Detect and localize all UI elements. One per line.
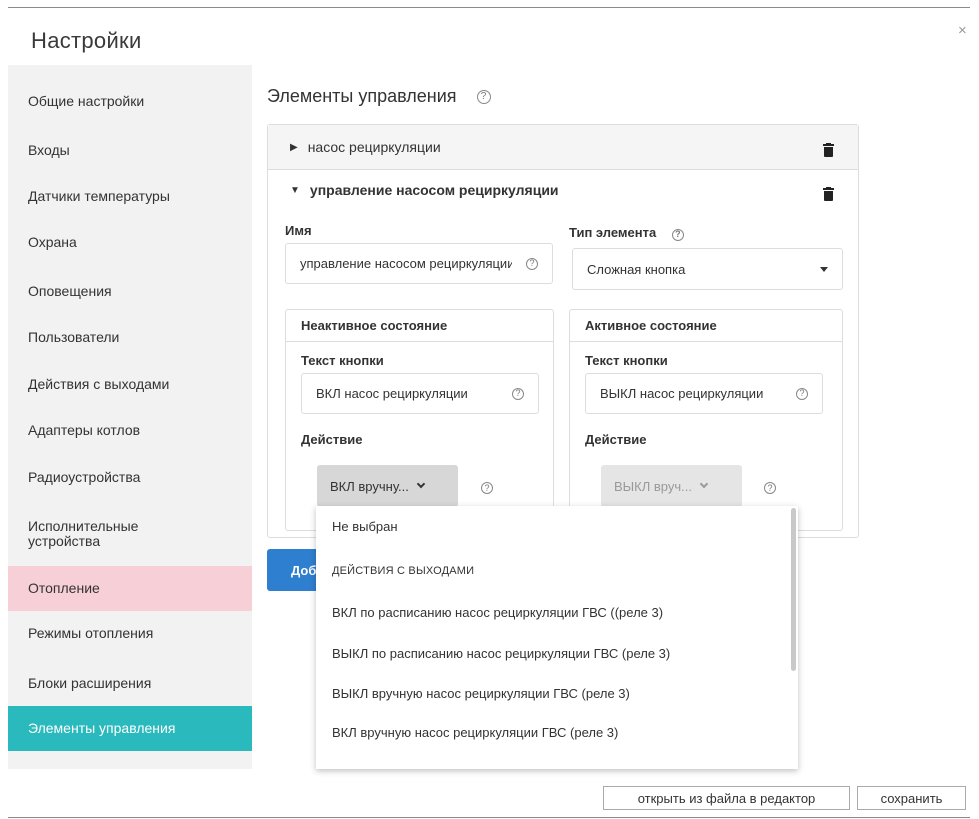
expanded-row-label: управление насосом рециркуляции bbox=[309, 182, 559, 198]
collapsed-row-label: насос рециркуляции bbox=[307, 139, 441, 155]
name-field[interactable]: управление насосом рециркуляции ? bbox=[285, 243, 553, 284]
section-title: Элементы управления ? bbox=[267, 86, 491, 107]
active-action-select[interactable]: ВЫКЛ вруч... bbox=[601, 465, 742, 507]
active-button-text-field[interactable]: ВЫКЛ насос рециркуляции ? bbox=[585, 373, 823, 414]
chevron-down-icon bbox=[699, 479, 709, 489]
type-label-text: Тип элемента bbox=[569, 225, 657, 240]
sidebar-item-controls[interactable]: Элементы управления bbox=[8, 706, 252, 751]
sidebar-item-users[interactable]: Пользователи bbox=[8, 315, 252, 360]
dropdown-scrollbar[interactable] bbox=[791, 508, 796, 671]
sidebar-item-radio-devices[interactable]: Радиоустройства bbox=[8, 455, 252, 500]
sidebar-item-output-actions[interactable]: Действия с выходами bbox=[8, 362, 252, 407]
caret-down-icon: ▼ bbox=[290, 184, 300, 196]
section-title-text: Элементы управления bbox=[267, 86, 457, 106]
close-icon[interactable]: × bbox=[958, 22, 967, 39]
open-from-file-button[interactable]: открыть из файла в редактор bbox=[603, 786, 850, 810]
inactive-button-text-value: ВКЛ насос рециркуляции bbox=[316, 386, 468, 401]
sidebar-item-expansion-blocks[interactable]: Блоки расширения bbox=[8, 661, 252, 706]
active-button-text-label: Текст кнопки bbox=[585, 353, 668, 368]
help-icon[interactable]: ? bbox=[671, 228, 684, 241]
active-state-title: Активное состояние bbox=[570, 310, 842, 342]
inactive-state-box: Неактивное состояние Текст кнопки ВКЛ на… bbox=[285, 309, 554, 531]
help-icon[interactable]: ? bbox=[526, 257, 538, 270]
active-action-label: Действие bbox=[585, 432, 647, 447]
collapsed-row-title[interactable]: ▶ насос рециркуляции bbox=[290, 139, 441, 155]
active-action-value: ВЫКЛ вруч... bbox=[614, 478, 692, 494]
name-label: Имя bbox=[285, 223, 312, 238]
bottom-divider bbox=[8, 817, 970, 818]
sidebar-item-notifications[interactable]: Оповещения bbox=[8, 269, 252, 314]
dropdown-option[interactable]: ВЫКЛ по расписанию насос рециркуляции ГВ… bbox=[316, 633, 791, 674]
active-button-text-value: ВЫКЛ насос рециркуляции bbox=[600, 386, 764, 401]
inactive-state-title: Неактивное состояние bbox=[286, 310, 553, 342]
help-icon[interactable]: ? bbox=[512, 387, 524, 400]
sidebar: Общие настройки Входы Датчики температур… bbox=[8, 65, 252, 769]
element-type-value: Сложная кнопка bbox=[587, 261, 686, 277]
controls-panel: ▶ насос рециркуляции ▼ управление насосо… bbox=[267, 124, 859, 538]
sidebar-item-heating-modes[interactable]: Режимы отопления bbox=[8, 611, 252, 656]
collapsed-control-row[interactable]: ▶ насос рециркуляции bbox=[268, 125, 858, 170]
sidebar-item-boiler-adapters[interactable]: Адаптеры котлов bbox=[8, 408, 252, 453]
help-icon[interactable]: ? bbox=[476, 89, 491, 104]
trash-icon[interactable] bbox=[823, 143, 834, 157]
caret-right-icon: ▶ bbox=[290, 141, 298, 153]
chevron-down-icon bbox=[416, 479, 426, 489]
caret-down-icon bbox=[820, 267, 828, 272]
type-label: Тип элемента ? bbox=[569, 225, 684, 241]
dropdown-option[interactable]: ВКЛ вручную насос рециркуляции ГВС (реле… bbox=[316, 712, 791, 753]
sidebar-item-security[interactable]: Охрана bbox=[8, 220, 252, 265]
sidebar-item-general[interactable]: Общие настройки bbox=[8, 79, 252, 124]
sidebar-item-heating[interactable]: Отопление bbox=[8, 566, 252, 611]
sidebar-item-actuators[interactable]: Исполнительные устройства bbox=[8, 511, 188, 556]
active-state-box: Активное состояние Текст кнопки ВЫКЛ нас… bbox=[569, 309, 843, 531]
help-icon[interactable]: ? bbox=[796, 387, 808, 400]
inactive-action-label: Действие bbox=[301, 432, 363, 447]
element-type-select[interactable]: Сложная кнопка bbox=[572, 248, 843, 290]
dropdown-option[interactable]: ВКЛ по расписанию насос рециркуляции ГВС… bbox=[316, 592, 791, 633]
dropdown-group-header: ДЕЙСТВИЯ С ВЫХОДАМИ bbox=[332, 564, 475, 577]
action-dropdown[interactable]: Не выбран ДЕЙСТВИЯ С ВЫХОДАМИ ВКЛ по рас… bbox=[316, 506, 798, 769]
inactive-button-text-field[interactable]: ВКЛ насос рециркуляции ? bbox=[301, 373, 539, 414]
inactive-button-text-label: Текст кнопки bbox=[301, 353, 384, 368]
dialog-title: Настройки bbox=[31, 28, 142, 53]
save-button[interactable]: сохранить bbox=[857, 786, 966, 810]
inactive-action-value: ВКЛ вручну... bbox=[330, 478, 409, 494]
top-divider bbox=[8, 7, 970, 8]
help-icon[interactable]: ? bbox=[764, 482, 776, 494]
sidebar-item-temperature-sensors[interactable]: Датчики температуры bbox=[8, 174, 252, 219]
name-field-value: управление насосом рециркуляции bbox=[300, 256, 512, 271]
dropdown-option[interactable]: ВЫКЛ вручную насос рециркуляции ГВС (рел… bbox=[316, 673, 791, 714]
expanded-row-title[interactable]: ▼ управление насосом рециркуляции bbox=[290, 182, 559, 198]
inactive-action-select[interactable]: ВКЛ вручну... bbox=[317, 465, 458, 507]
trash-icon[interactable] bbox=[823, 187, 834, 201]
help-icon[interactable]: ? bbox=[481, 482, 493, 494]
dropdown-option-none[interactable]: Не выбран bbox=[316, 506, 791, 547]
sidebar-item-inputs[interactable]: Входы bbox=[8, 128, 252, 173]
